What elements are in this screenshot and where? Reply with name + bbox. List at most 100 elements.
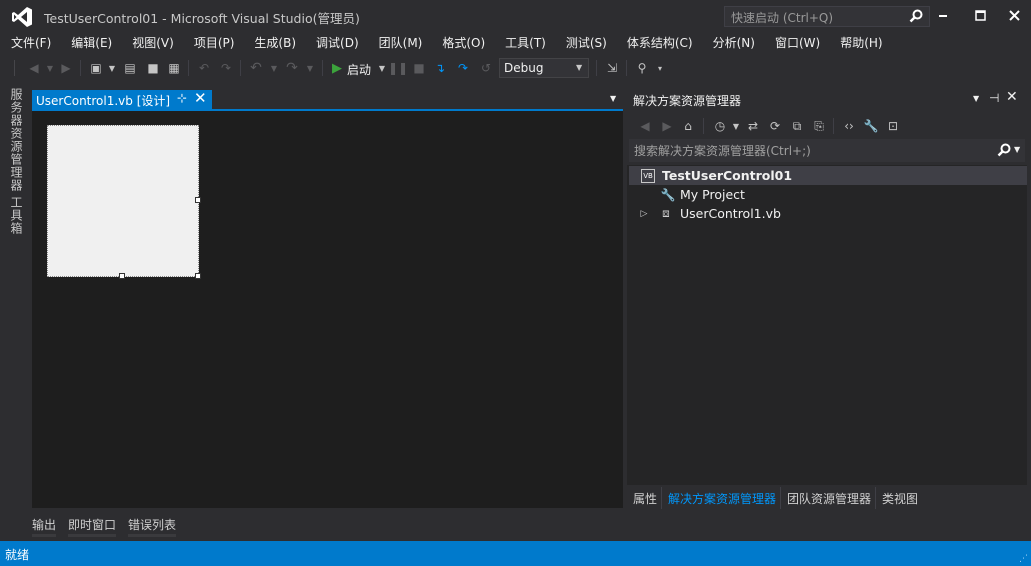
menu-architecture[interactable]: 体系结构(C): [620, 33, 700, 53]
new-project-icon: ▣: [90, 61, 102, 75]
tree-item-project[interactable]: VB TestUserControl01: [629, 166, 1027, 185]
tree-item-my-project[interactable]: 🔧 My Project: [629, 185, 1027, 204]
menu-analyze[interactable]: 分析(N): [706, 33, 762, 53]
redo-button[interactable]: ↷: [284, 60, 300, 76]
collapse-all-button[interactable]: ⧉: [789, 118, 805, 134]
usercontrol-label: UserControl1.vb: [680, 206, 781, 221]
designer-surface[interactable]: [32, 111, 623, 508]
tree-item-usercontrol[interactable]: ▷ ⧈ UserControl1.vb: [629, 204, 1027, 223]
close-icon[interactable]: ✕: [194, 89, 207, 107]
window-position-dropdown[interactable]: ▼: [973, 94, 979, 103]
tab-error-list[interactable]: 错误列表: [128, 516, 176, 533]
copy-button[interactable]: ↷: [218, 60, 234, 76]
start-label[interactable]: 启动: [347, 61, 371, 78]
open-folder-icon: ▤: [124, 61, 136, 75]
server-explorer-tab[interactable]: 服务器资源管理器: [8, 88, 25, 192]
resize-grip-icon[interactable]: ⋰: [1019, 554, 1028, 564]
tab-properties[interactable]: 属性: [627, 487, 663, 509]
chevron-down-icon: ▼: [46, 63, 54, 73]
open-file-button[interactable]: ▤: [122, 60, 138, 76]
view-code-button[interactable]: ‹›: [841, 118, 857, 134]
document-tab[interactable]: UserControl1.vb [设计] ⊹ ✕: [32, 89, 212, 109]
toolbox-tab[interactable]: 工具箱: [8, 196, 25, 235]
code-icon: ‹›: [844, 119, 854, 133]
close-icon[interactable]: ✕: [1006, 89, 1018, 105]
pin-icon[interactable]: ⊹: [177, 91, 187, 105]
se-back-button[interactable]: ◀: [637, 118, 653, 134]
find-in-files-button[interactable]: ⇲: [604, 60, 620, 76]
solution-explorer-search-input[interactable]: 搜索解决方案资源管理器(Ctrl+;) ▼: [629, 139, 1025, 162]
maximize-icon: [974, 9, 986, 21]
new-project-button[interactable]: ▣: [88, 60, 104, 76]
refresh-button[interactable]: ⟳: [767, 118, 783, 134]
stop-debugging-button[interactable]: ■: [411, 60, 427, 76]
menu-edit[interactable]: 编辑(E): [64, 33, 119, 53]
cut-button[interactable]: ↶: [196, 60, 212, 76]
resize-handle-bottom[interactable]: [119, 273, 125, 279]
menu-file[interactable]: 文件(F): [4, 33, 58, 53]
toolbar-overflow-button[interactable]: ▾: [652, 60, 668, 76]
user-control-canvas[interactable]: [47, 125, 201, 279]
tab-solution-explorer[interactable]: 解决方案资源管理器: [662, 487, 782, 509]
chevron-down-icon: ▼: [270, 63, 278, 73]
document-list-dropdown[interactable]: ▼: [610, 94, 616, 103]
resize-handle-corner[interactable]: [195, 273, 201, 279]
find-in-files-icon: ⇲: [606, 61, 618, 75]
new-project-dropdown[interactable]: ▼: [104, 60, 120, 76]
toolbar-separator: [188, 60, 189, 76]
chevron-down-icon: ▼: [108, 63, 116, 73]
home-button[interactable]: ⌂: [680, 118, 696, 134]
properties-button[interactable]: 🔧: [863, 118, 879, 134]
tab-output[interactable]: 输出: [32, 516, 56, 533]
quick-launch-input[interactable]: 快速启动 (Ctrl+Q): [724, 6, 930, 27]
search-options-dropdown[interactable]: ▼: [1014, 145, 1020, 154]
resize-handle-right[interactable]: [195, 197, 201, 203]
navigate-forward-button[interactable]: ▶: [58, 60, 74, 76]
menu-test[interactable]: 测试(S): [559, 33, 614, 53]
menu-view[interactable]: 视图(V): [125, 33, 181, 53]
undo-button[interactable]: ↶: [248, 60, 264, 76]
close-window-button[interactable]: [1003, 6, 1025, 24]
sync-with-document-button[interactable]: ⇄: [745, 118, 761, 134]
find-symbol-button[interactable]: ⚲: [634, 60, 650, 76]
left-tool-strip: 服务器资源管理器 工具箱: [0, 82, 32, 507]
menu-build[interactable]: 生成(B): [247, 33, 303, 53]
expand-arrow-icon[interactable]: ▷: [637, 207, 651, 221]
search-icon[interactable]: [909, 9, 923, 23]
auto-hide-pin-icon[interactable]: ⊣: [989, 91, 999, 105]
tab-team-explorer[interactable]: 团队资源管理器: [781, 487, 877, 509]
minimize-button[interactable]: [932, 6, 954, 24]
save-button[interactable]: ■: [145, 60, 161, 76]
start-debugging-button[interactable]: ▶: [329, 60, 345, 76]
tab-immediate-window[interactable]: 即时窗口: [68, 516, 116, 533]
forward-arrow-icon: ▶: [61, 61, 71, 75]
se-forward-button[interactable]: ▶: [659, 118, 675, 134]
undo-dropdown[interactable]: ▼: [266, 60, 282, 76]
menu-format[interactable]: 格式(O): [435, 33, 492, 53]
step-out-button[interactable]: ↺: [478, 60, 494, 76]
navigate-back-button[interactable]: ◀: [26, 60, 42, 76]
save-all-button[interactable]: ▦: [166, 60, 182, 76]
menu-debug[interactable]: 调试(D): [309, 33, 366, 53]
solution-configuration-select[interactable]: Debug ▼: [499, 58, 589, 78]
toolbar-grip[interactable]: [14, 60, 15, 76]
show-all-files-button[interactable]: ⎘: [811, 118, 827, 134]
step-into-button[interactable]: ↴: [432, 60, 448, 76]
maximize-button[interactable]: [969, 6, 991, 24]
toolbar-separator: [833, 118, 834, 134]
pending-changes-filter-button[interactable]: ◷: [712, 118, 728, 134]
break-all-button[interactable]: ❚❚: [388, 60, 408, 76]
menu-window[interactable]: 窗口(W): [768, 33, 827, 53]
redo-dropdown[interactable]: ▼: [302, 60, 318, 76]
view-designer-button[interactable]: ⊡: [885, 118, 901, 134]
menu-team[interactable]: 团队(M): [372, 33, 430, 53]
visual-studio-logo-icon[interactable]: [10, 5, 34, 29]
menu-project[interactable]: 项目(P): [187, 33, 242, 53]
pending-changes-dropdown[interactable]: ▼: [728, 118, 744, 134]
step-over-button[interactable]: ↷: [455, 60, 471, 76]
navigate-back-dropdown[interactable]: ▼: [42, 60, 58, 76]
search-icon[interactable]: [997, 143, 1011, 157]
tab-class-view[interactable]: 类视图: [876, 487, 922, 509]
menu-tools[interactable]: 工具(T): [498, 33, 553, 53]
menu-help[interactable]: 帮助(H): [833, 33, 889, 53]
